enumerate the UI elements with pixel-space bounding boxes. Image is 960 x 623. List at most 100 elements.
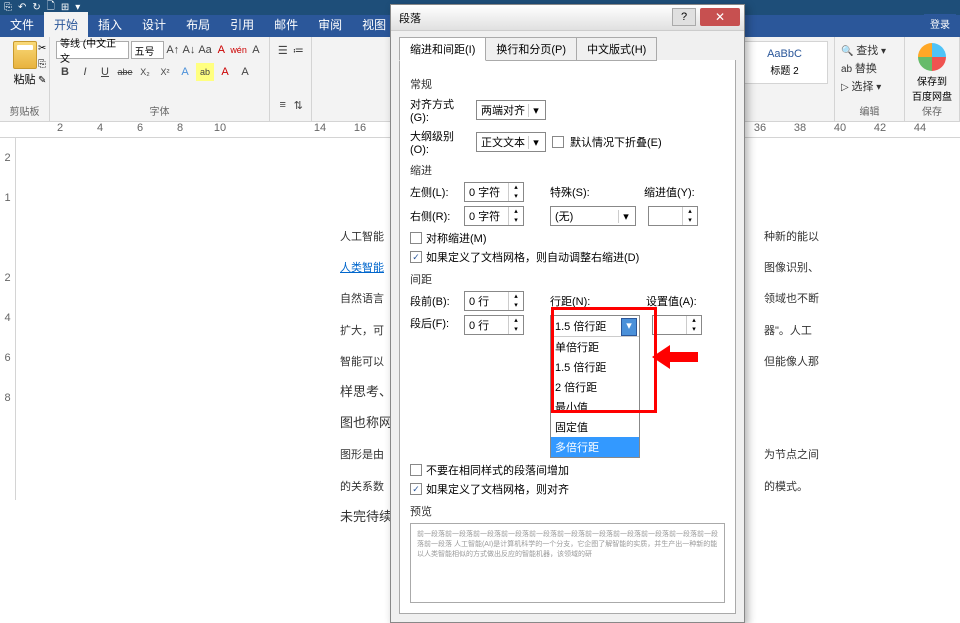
highlight-icon[interactable]: ab (196, 63, 214, 81)
text-effects-icon[interactable]: A (176, 63, 194, 81)
line-opt-single[interactable]: 单倍行距 (551, 337, 639, 357)
save-line1: 保存到 (911, 73, 953, 88)
line-spacing-dropdown[interactable]: 1.5 倍行距 单倍行距 1.5 倍行距 2 倍行距 最小值 固定值 多倍行距 (550, 315, 640, 458)
before-spinner[interactable]: 0 行 (464, 291, 524, 311)
font-family-combo[interactable]: 等线 (中文正文 (56, 41, 129, 59)
font-color-icon[interactable]: A (216, 63, 234, 81)
set-value-spinner[interactable] (652, 315, 702, 335)
tab-references[interactable]: 引用 (220, 12, 264, 37)
tab-mail[interactable]: 邮件 (264, 12, 308, 37)
font-size-combo[interactable]: 五号 (131, 41, 164, 59)
change-case-icon[interactable]: Aa (198, 41, 212, 59)
baidu-cloud-icon[interactable] (918, 43, 946, 71)
strike-button[interactable]: abe (116, 63, 134, 81)
tab-home[interactable]: 开始 (44, 12, 88, 37)
tab-indent-spacing[interactable]: 缩进和间距(I) (399, 37, 486, 61)
align-dropdown[interactable]: 两端对齐 (476, 100, 546, 120)
line-spacing-options: 单倍行距 1.5 倍行距 2 倍行距 最小值 固定值 多倍行距 (551, 336, 639, 457)
edit-label: 编辑 (841, 103, 898, 118)
phonetic-icon[interactable]: wén (230, 41, 247, 59)
dialog-titlebar[interactable]: 段落 ? ✕ (391, 5, 744, 31)
dialog-title: 段落 (399, 10, 421, 26)
save-line2: 百度网盘 (911, 88, 953, 103)
replace-button[interactable]: ab 替换 (841, 59, 898, 77)
collapse-label: 默认情况下折叠(E) (570, 134, 662, 150)
char-border-icon[interactable]: A (249, 41, 263, 59)
special-label: 特殊(S): (550, 184, 598, 200)
tab-chinese[interactable]: 中文版式(H) (576, 37, 657, 61)
set-value-label: 设置值(A): (646, 293, 697, 309)
clear-format-icon[interactable]: A (214, 41, 228, 59)
grow-font-icon[interactable]: A↑ (166, 41, 180, 59)
font-label: 字体 (56, 103, 263, 118)
dialog-body: 常规 对齐方式(G): 两端对齐 大纲级别(O): 正文文本 默认情况下折叠(E… (399, 60, 736, 614)
collapse-checkbox[interactable] (552, 136, 564, 148)
mirror-label: 对称缩进(M) (426, 230, 487, 246)
same-style-checkbox[interactable] (410, 464, 422, 476)
paragraph-group: ☰≔ ≡⇅ (270, 37, 312, 122)
select-button[interactable]: ▷ 选择 ▾ (841, 77, 898, 95)
styles-group: AaBbC 标题 2 (735, 37, 835, 122)
clipboard-group: 粘贴 ✂ ⎘ ✎ 剪贴板 (0, 37, 50, 122)
underline-button[interactable]: U (96, 63, 114, 81)
close-button[interactable]: ✕ (700, 8, 740, 26)
grid-align-checkbox[interactable]: ✓ (410, 483, 422, 495)
tab-file[interactable]: 文件 (0, 12, 44, 37)
grid-align-label: 如果定义了文档网格，则对齐 (426, 481, 569, 497)
left-indent-spinner[interactable]: 0 字符 (464, 182, 524, 202)
superscript-button[interactable]: X² (156, 63, 174, 81)
line-opt-double[interactable]: 2 倍行距 (551, 377, 639, 397)
line-spacing-label: 行距(N): (550, 293, 598, 309)
tab-design[interactable]: 设计 (132, 12, 176, 37)
bullets-icon[interactable]: ☰ (276, 41, 290, 59)
save-label: 保存 (911, 103, 953, 118)
dialog-tabs: 缩进和间距(I) 换行和分页(P) 中文版式(H) (391, 31, 744, 61)
auto-adjust-label: 如果定义了文档网格，则自动调整右缩进(D) (426, 249, 639, 265)
copy-icon[interactable]: ⎘ (38, 59, 46, 70)
align-icon[interactable]: ≡ (276, 96, 290, 114)
indent-value-spinner[interactable] (648, 206, 698, 226)
login-button[interactable]: 登录 (924, 14, 956, 33)
format-painter-icon[interactable]: ✎ (38, 75, 46, 86)
help-button[interactable]: ? (672, 8, 696, 26)
clipboard-label: 剪贴板 (6, 103, 43, 118)
auto-adjust-checkbox[interactable]: ✓ (410, 251, 422, 263)
sort-icon[interactable]: ⇅ (292, 96, 306, 114)
style-name: 标题 2 (748, 62, 821, 77)
line-opt-1-5[interactable]: 1.5 倍行距 (551, 357, 639, 377)
numbering-icon[interactable]: ≔ (292, 41, 306, 59)
find-button[interactable]: 🔍 查找 ▾ (841, 41, 898, 59)
cut-icon[interactable]: ✂ (38, 43, 46, 54)
shrink-font-icon[interactable]: A↓ (182, 41, 196, 59)
italic-button[interactable]: I (76, 63, 94, 81)
indent-section: 缩进 (410, 162, 725, 178)
tab-layout[interactable]: 布局 (176, 12, 220, 37)
mirror-checkbox[interactable] (410, 232, 422, 244)
indent-val-label: 缩进值(Y): (644, 184, 695, 200)
paste-label: 粘贴 (14, 71, 36, 87)
vertical-ruler[interactable]: 212468 (0, 138, 16, 500)
preview-box: 前一段落前一段落前一段落前一段落前一段落前一段落前一段落前一段落前一段落前一段落… (410, 523, 725, 603)
style-preview[interactable]: AaBbC 标题 2 (741, 41, 828, 84)
hyperlink: 人类智能 (340, 262, 384, 274)
tab-insert[interactable]: 插入 (88, 12, 132, 37)
general-section: 常规 (410, 76, 725, 92)
outline-dropdown[interactable]: 正文文本 (476, 132, 546, 152)
line-opt-multiple[interactable]: 多倍行距 (551, 437, 639, 457)
line-opt-min[interactable]: 最小值 (551, 397, 639, 417)
tab-line-breaks[interactable]: 换行和分页(P) (485, 37, 577, 61)
bold-button[interactable]: B (56, 63, 74, 81)
preview-section: 预览 (410, 503, 725, 519)
special-dropdown[interactable]: (无) (550, 206, 636, 226)
tab-review[interactable]: 审阅 (308, 12, 352, 37)
char-shading-icon[interactable]: A (236, 63, 254, 81)
font-group: 等线 (中文正文 五号 A↑ A↓ Aa A wén A B I U abe X… (50, 37, 270, 122)
subscript-button[interactable]: X₂ (136, 63, 154, 81)
same-style-label: 不要在相同样式的段落间增加 (426, 462, 569, 478)
after-spinner[interactable]: 0 行 (464, 315, 524, 335)
before-label: 段前(B): (410, 293, 458, 309)
right-indent-spinner[interactable]: 0 字符 (464, 206, 524, 226)
outline-label: 大纲级别(O): (410, 128, 470, 156)
line-opt-fixed[interactable]: 固定值 (551, 417, 639, 437)
right-label: 右侧(R): (410, 208, 458, 224)
